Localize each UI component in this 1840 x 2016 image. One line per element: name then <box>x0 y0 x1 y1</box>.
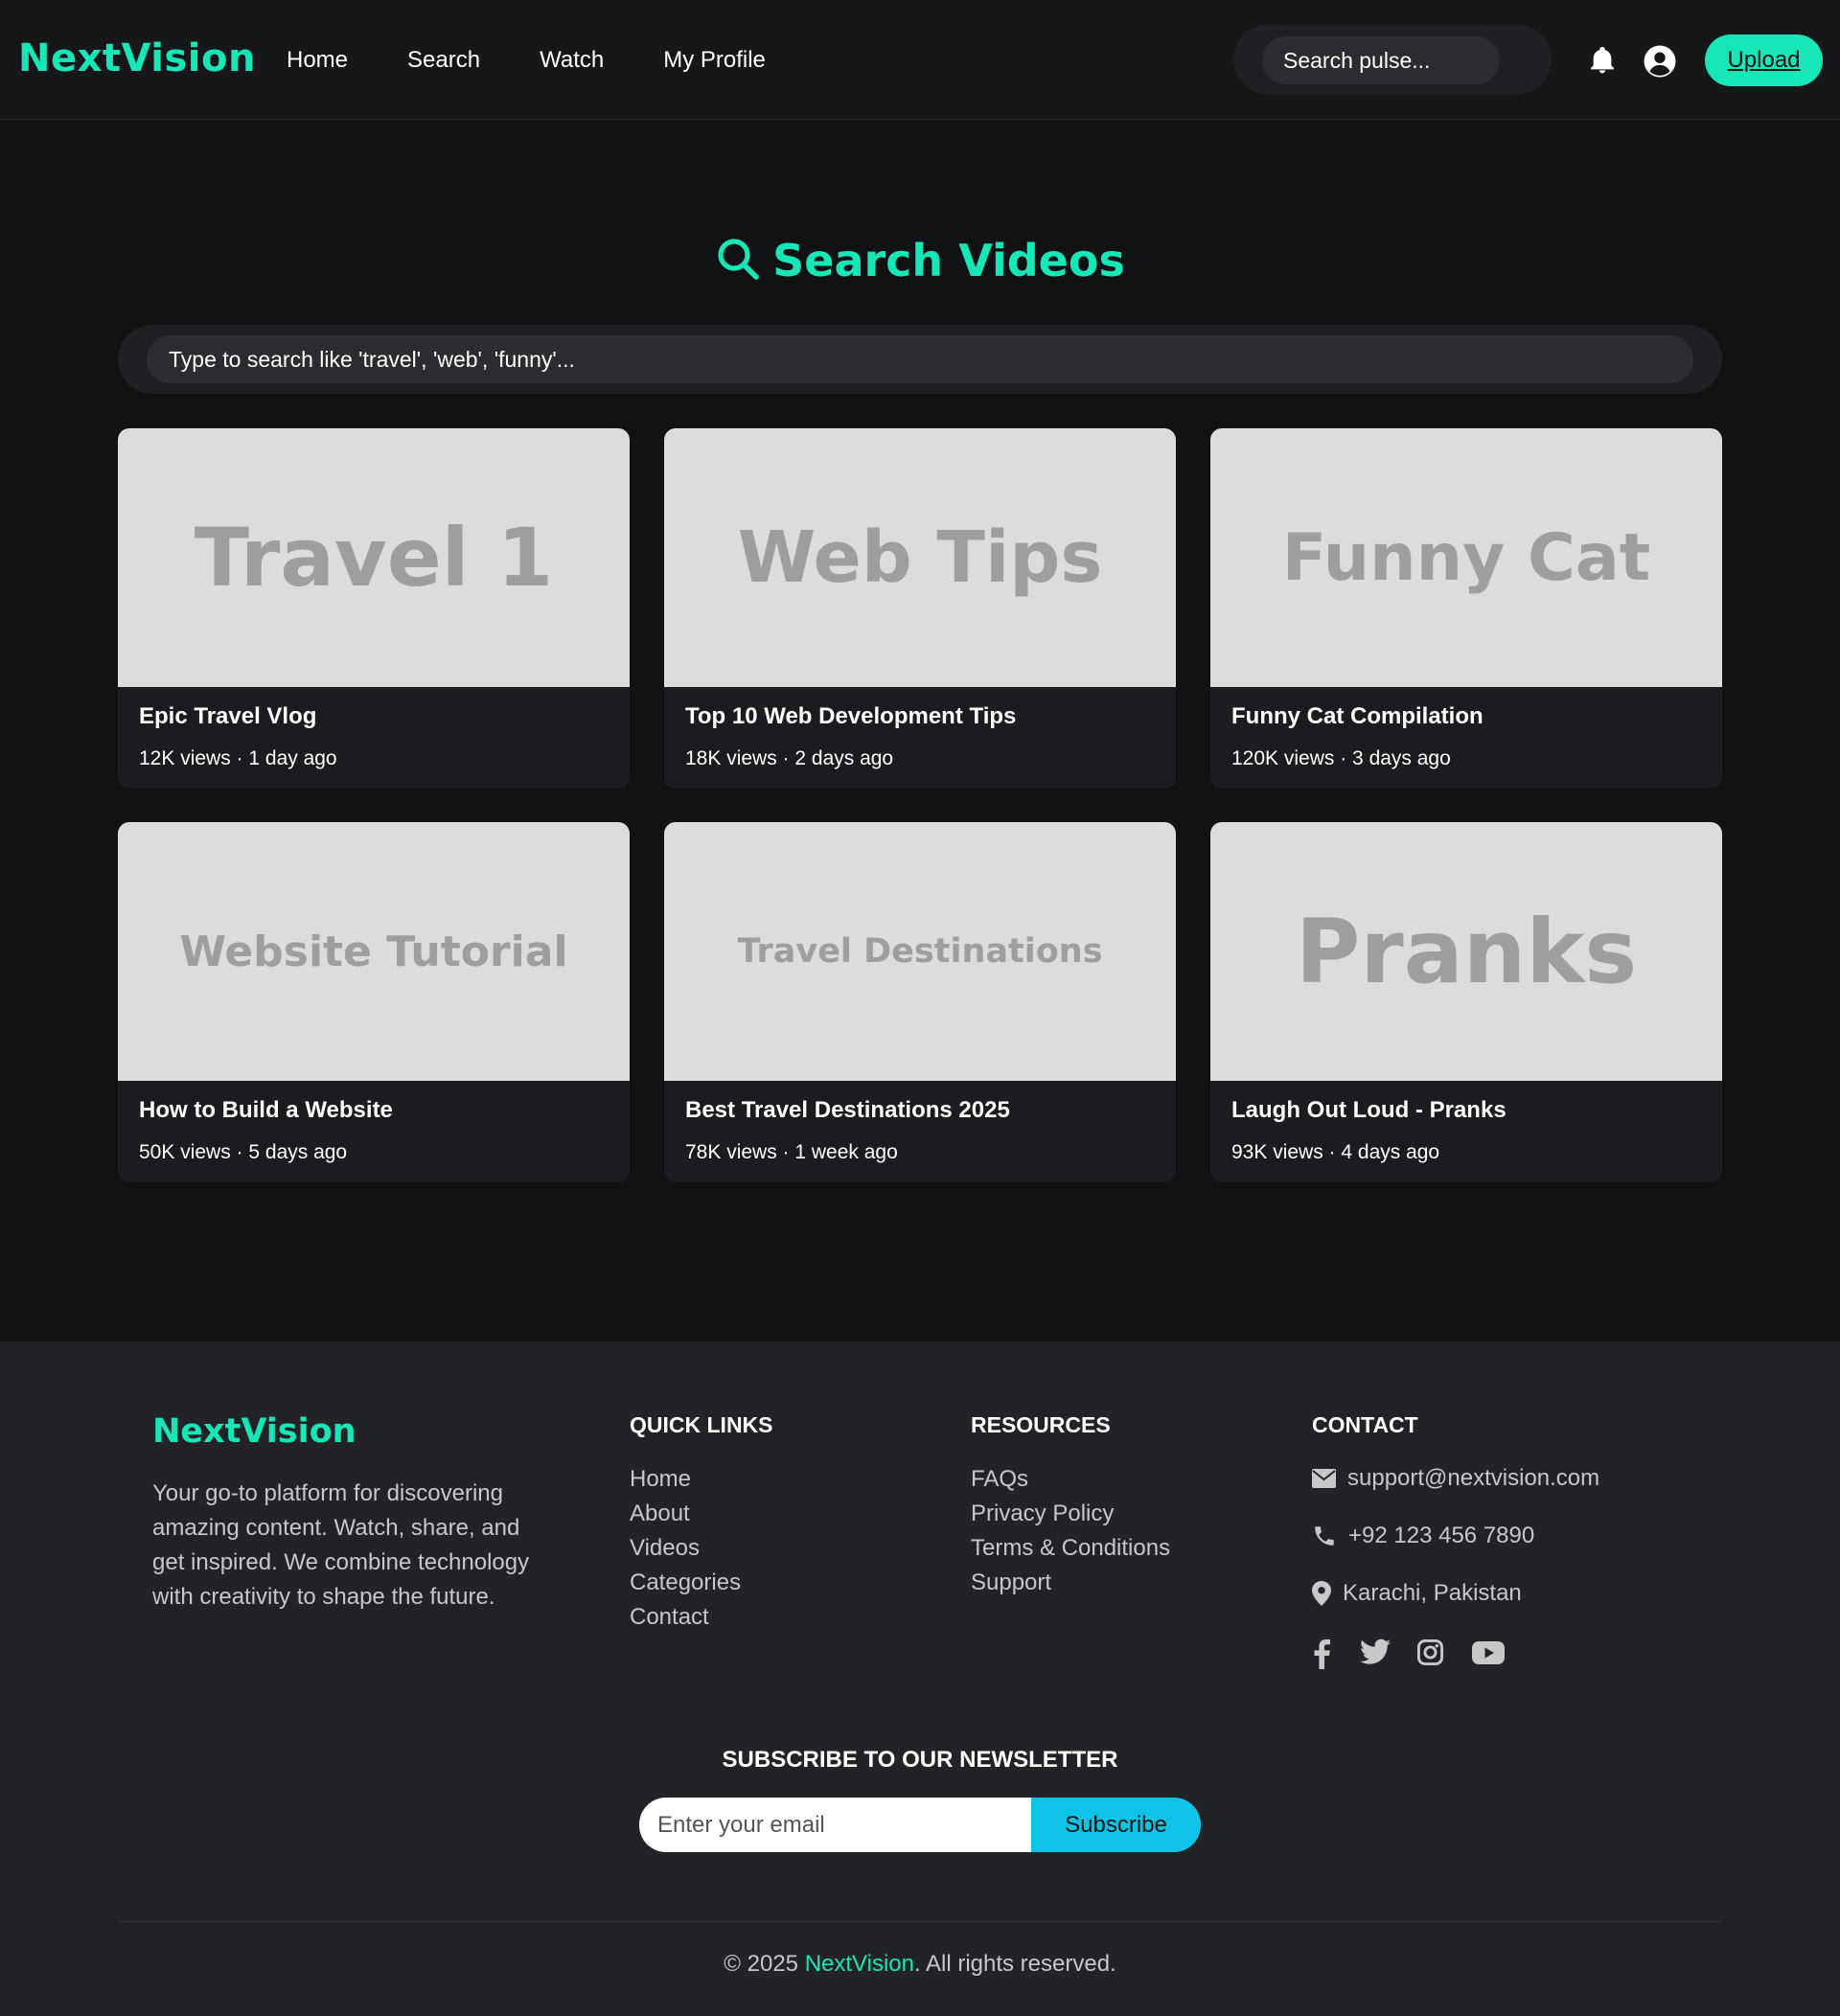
video-card[interactable]: Pranks Laugh Out Loud - Pranks 93K views… <box>1210 822 1722 1182</box>
footer-link-categories[interactable]: Categories <box>630 1566 741 1600</box>
video-title[interactable]: How to Build a Website <box>139 1097 393 1124</box>
video-thumbnail[interactable]: Travel 1 <box>118 428 630 687</box>
search-bar-container <box>118 325 1722 394</box>
newsletter-heading: SUBSCRIBE TO OUR NEWSLETTER <box>722 1747 1118 1773</box>
copyright-suffix: . All rights reserved. <box>913 1951 1116 1977</box>
nav-watch[interactable]: Watch <box>540 47 604 74</box>
newsletter-email-input[interactable] <box>639 1798 1034 1852</box>
nav-home[interactable]: Home <box>287 47 348 74</box>
video-card[interactable]: Funny Cat Funny Cat Compilation 120K vie… <box>1210 428 1722 789</box>
footer-link-terms[interactable]: Terms & Conditions <box>971 1531 1170 1566</box>
contact-location: Karachi, Pakistan <box>1312 1580 1522 1607</box>
copyright-brand: NextVision <box>804 1951 914 1977</box>
twitter-icon[interactable] <box>1360 1638 1391 1665</box>
resources-heading: RESOURCES <box>971 1412 1111 1437</box>
user-avatar-icon[interactable] <box>1643 44 1677 79</box>
phone-icon <box>1315 1526 1334 1546</box>
video-title[interactable]: Top 10 Web Development Tips <box>685 703 1016 730</box>
instagram-icon[interactable] <box>1416 1638 1444 1666</box>
main-nav: Home Search Watch My Profile <box>287 47 825 74</box>
video-meta: 120K views · 3 days ago <box>1231 747 1451 769</box>
video-meta: 18K views · 2 days ago <box>685 747 894 769</box>
video-title[interactable]: Epic Travel Vlog <box>139 703 316 730</box>
footer-link-home[interactable]: Home <box>630 1462 741 1497</box>
footer-link-faqs[interactable]: FAQs <box>971 1462 1170 1497</box>
video-thumbnail[interactable]: Funny Cat <box>1210 428 1722 687</box>
footer-link-videos[interactable]: Videos <box>630 1531 741 1566</box>
header-search-input[interactable] <box>1262 36 1500 84</box>
contact-email: support@nextvision.com <box>1312 1465 1599 1492</box>
contact-phone-text[interactable]: +92 123 456 7890 <box>1348 1523 1534 1549</box>
copyright-prefix: © 2025 <box>724 1951 805 1977</box>
footer-divider <box>118 1921 1722 1922</box>
footer-link-support[interactable]: Support <box>971 1566 1170 1600</box>
video-thumbnail[interactable]: Web Tips <box>664 428 1176 687</box>
bell-icon[interactable] <box>1587 43 1618 78</box>
footer-description: Your go-to platform for discovering amaz… <box>152 1480 530 1610</box>
video-search-input[interactable] <box>147 335 1693 383</box>
facebook-icon[interactable] <box>1312 1638 1331 1669</box>
top-navbar: NextVision Home Search Watch My Profile … <box>0 0 1840 120</box>
quick-links-list: Home About Videos Categories Contact <box>630 1462 741 1635</box>
search-icon <box>718 239 759 280</box>
resources-list: FAQs Privacy Policy Terms & Conditions S… <box>971 1462 1170 1600</box>
video-meta: 93K views · 4 days ago <box>1231 1141 1440 1163</box>
video-title[interactable]: Laugh Out Loud - Pranks <box>1231 1097 1506 1124</box>
video-meta: 78K views · 1 week ago <box>685 1141 898 1163</box>
header-search-container <box>1233 25 1552 94</box>
video-meta: 50K views · 5 days ago <box>139 1141 348 1163</box>
nav-search[interactable]: Search <box>407 47 480 74</box>
upload-button[interactable]: Upload <box>1705 34 1823 86</box>
contact-phone: +92 123 456 7890 <box>1312 1523 1534 1549</box>
footer-logo[interactable]: NextVision <box>152 1412 356 1451</box>
video-thumbnail[interactable]: Travel Destinations <box>664 822 1176 1081</box>
footer-link-privacy-policy[interactable]: Privacy Policy <box>971 1497 1170 1531</box>
footer-link-about[interactable]: About <box>630 1497 741 1531</box>
page-title-text: Search Videos <box>772 235 1125 286</box>
video-card[interactable]: Travel 1 Epic Travel Vlog 12K views · 1 … <box>118 428 630 789</box>
video-card[interactable]: Website Tutorial How to Build a Website … <box>118 822 630 1182</box>
site-logo[interactable]: NextVision <box>18 36 256 80</box>
video-thumbnail[interactable]: Website Tutorial <box>118 822 630 1081</box>
video-thumbnail[interactable]: Pranks <box>1210 822 1722 1081</box>
contact-heading: CONTACT <box>1312 1412 1418 1437</box>
nav-my-profile[interactable]: My Profile <box>663 47 766 74</box>
envelope-icon <box>1312 1469 1336 1488</box>
contact-email-text[interactable]: support@nextvision.com <box>1347 1465 1599 1492</box>
footer-link-contact[interactable]: Contact <box>630 1600 741 1635</box>
video-title[interactable]: Best Travel Destinations 2025 <box>685 1097 1010 1124</box>
video-card[interactable]: Web Tips Top 10 Web Development Tips 18K… <box>664 428 1176 789</box>
video-title[interactable]: Funny Cat Compilation <box>1231 703 1484 730</box>
video-meta: 12K views · 1 day ago <box>139 747 337 769</box>
subscribe-button[interactable]: Subscribe <box>1031 1798 1201 1852</box>
video-card[interactable]: Travel Destinations Best Travel Destinat… <box>664 822 1176 1182</box>
quick-links-heading: QUICK LINKS <box>630 1412 773 1437</box>
youtube-icon[interactable] <box>1472 1641 1505 1664</box>
map-pin-icon <box>1312 1581 1331 1606</box>
contact-location-text: Karachi, Pakistan <box>1343 1580 1522 1606</box>
page-title: Search Videos <box>0 235 1840 286</box>
copyright-text: © 2025 NextVision. All rights reserved. <box>0 1951 1840 1978</box>
